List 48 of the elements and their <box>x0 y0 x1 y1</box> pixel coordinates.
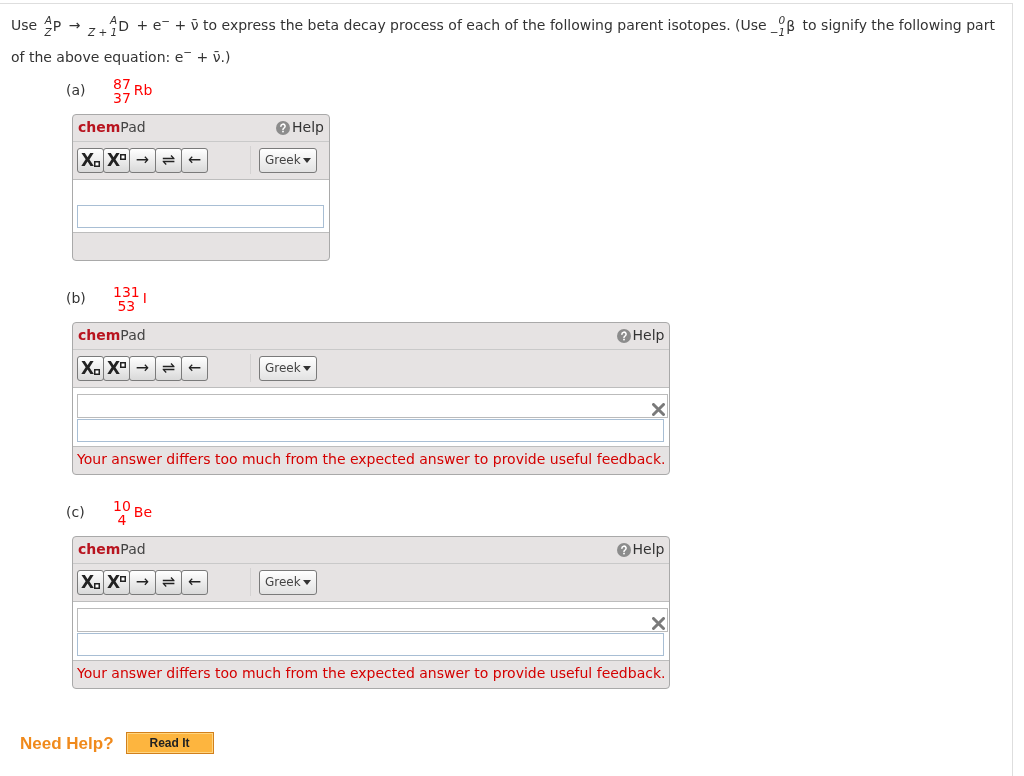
arrow-button[interactable]: → <box>129 355 156 381</box>
read-it-button[interactable]: Read It <box>125 732 214 755</box>
feedback-text: Your answer differs too much from the expected answer to provide useful feedback. <box>77 663 666 683</box>
x-mark-icon <box>652 616 666 630</box>
box-icon <box>94 368 101 375</box>
help-link[interactable]: Help <box>276 117 324 138</box>
help-icon <box>616 328 631 343</box>
help-link[interactable]: Help <box>616 325 665 346</box>
subscript-button[interactable]: X <box>77 355 104 381</box>
arrow-button[interactable]: → <box>129 147 156 173</box>
chempad-logo: chemPad <box>78 118 146 137</box>
input-field[interactable] <box>77 418 665 442</box>
help-icon <box>276 120 291 135</box>
need-help-label: Need Help? <box>20 732 114 755</box>
box-icon <box>120 575 127 582</box>
chempad-logo: chemPad <box>78 540 146 559</box>
caret-icon <box>302 365 311 371</box>
superscript-button[interactable]: X <box>103 355 130 381</box>
superscript-button[interactable]: X <box>103 569 130 595</box>
caret-icon <box>302 579 311 585</box>
box-icon <box>94 582 101 589</box>
caret-icon <box>302 157 311 163</box>
arrow-button[interactable]: ⇌ <box>155 355 182 381</box>
part-label: (a) <box>66 81 87 100</box>
box-icon <box>120 153 127 160</box>
greek-dropdown[interactable]: Greek <box>259 355 317 381</box>
greek-dropdown[interactable]: Greek <box>259 569 317 595</box>
greek-dropdown[interactable]: Greek <box>259 147 317 173</box>
chempad-logo: chemPad <box>78 326 146 345</box>
arrow-button[interactable]: → <box>129 569 156 595</box>
box-icon <box>94 160 101 167</box>
part-label: (c) <box>66 503 86 522</box>
x-mark-icon <box>652 402 666 416</box>
box-icon <box>120 361 127 368</box>
input-field[interactable] <box>77 204 324 228</box>
arrow-button[interactable]: ← <box>181 569 208 595</box>
arrow-button[interactable]: ⇌ <box>155 569 182 595</box>
arrow-button[interactable]: ⇌ <box>155 147 182 173</box>
arrow-button[interactable]: ← <box>181 355 208 381</box>
part-label: (b) <box>66 289 87 308</box>
feedback-text: Your answer differs too much from the expected answer to provide useful feedback. <box>77 449 666 469</box>
help-link[interactable]: Help <box>616 539 665 560</box>
subscript-button[interactable]: X <box>77 569 104 595</box>
subscript-button[interactable]: X <box>77 147 104 173</box>
input-field[interactable] <box>77 632 665 656</box>
help-icon <box>616 542 631 557</box>
arrow-button[interactable]: ← <box>181 147 208 173</box>
superscript-button[interactable]: X <box>103 147 130 173</box>
